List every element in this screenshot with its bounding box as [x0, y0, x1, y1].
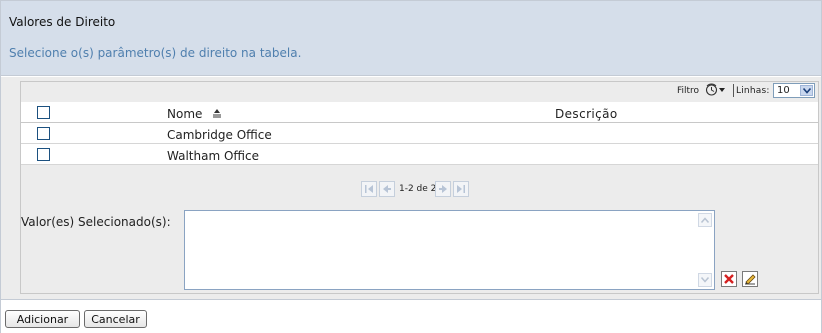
dialog-title: Valores de Direito [9, 15, 116, 29]
table-row[interactable]: Waltham Office [21, 144, 818, 165]
sort-ascending-icon[interactable] [211, 107, 223, 119]
row-name-cell: Cambridge Office [167, 128, 272, 142]
column-header-name[interactable]: Nome [167, 107, 202, 121]
rows-label: Linhas: [736, 86, 770, 96]
entitlement-values-dialog: Valores de Direito Selecione o(s) parâme… [0, 0, 822, 333]
table-row[interactable]: Cambridge Office [21, 123, 818, 144]
entitlement-panel: Filtro Linhas: 10 Nome Descrição Cambrid… [20, 81, 819, 294]
dialog-header: Valores de Direito Selecione o(s) parâme… [1, 1, 821, 76]
selected-values-textarea[interactable] [184, 210, 715, 290]
pagination: 1-2 de 2 [21, 181, 818, 199]
chevron-down-icon[interactable] [800, 85, 813, 96]
dialog-body: Filtro Linhas: 10 Nome Descrição Cambrid… [1, 77, 821, 299]
entitlement-table: Nome Descrição Cambridge Office Waltham … [21, 102, 818, 165]
rows-per-page-value: 10 [777, 85, 790, 96]
delete-x-icon[interactable] [721, 271, 737, 287]
filter-clock-icon[interactable] [705, 83, 727, 97]
last-page-icon[interactable] [453, 181, 469, 197]
add-button[interactable]: Adicionar [5, 310, 80, 328]
cancel-button[interactable]: Cancelar [84, 310, 147, 328]
next-page-icon[interactable] [435, 181, 451, 197]
scroll-up-icon[interactable] [698, 213, 712, 227]
dialog-subtitle: Selecione o(s) parâmetro(s) de direito n… [9, 46, 302, 60]
toolbar-separator [733, 84, 734, 97]
scroll-down-icon[interactable] [698, 273, 712, 287]
row-checkbox[interactable] [37, 127, 50, 140]
row-name-cell: Waltham Office [167, 149, 259, 163]
first-page-icon[interactable] [361, 181, 377, 197]
dialog-footer: Adicionar Cancelar [1, 299, 821, 333]
filter-label: Filtro [677, 86, 700, 96]
table-toolbar: Filtro Linhas: 10 [21, 82, 818, 100]
pagination-info: 1-2 de 2 [399, 184, 437, 194]
table-header-row: Nome Descrição [21, 102, 818, 123]
column-header-description[interactable]: Descrição [555, 107, 618, 121]
previous-page-icon[interactable] [379, 181, 395, 197]
select-all-checkbox[interactable] [37, 106, 50, 119]
row-checkbox[interactable] [37, 148, 50, 161]
selected-values-label: Valor(es) Selecionado(s): [21, 215, 171, 229]
edit-pencil-icon[interactable] [742, 271, 758, 287]
rows-per-page-select[interactable]: 10 [773, 83, 815, 98]
